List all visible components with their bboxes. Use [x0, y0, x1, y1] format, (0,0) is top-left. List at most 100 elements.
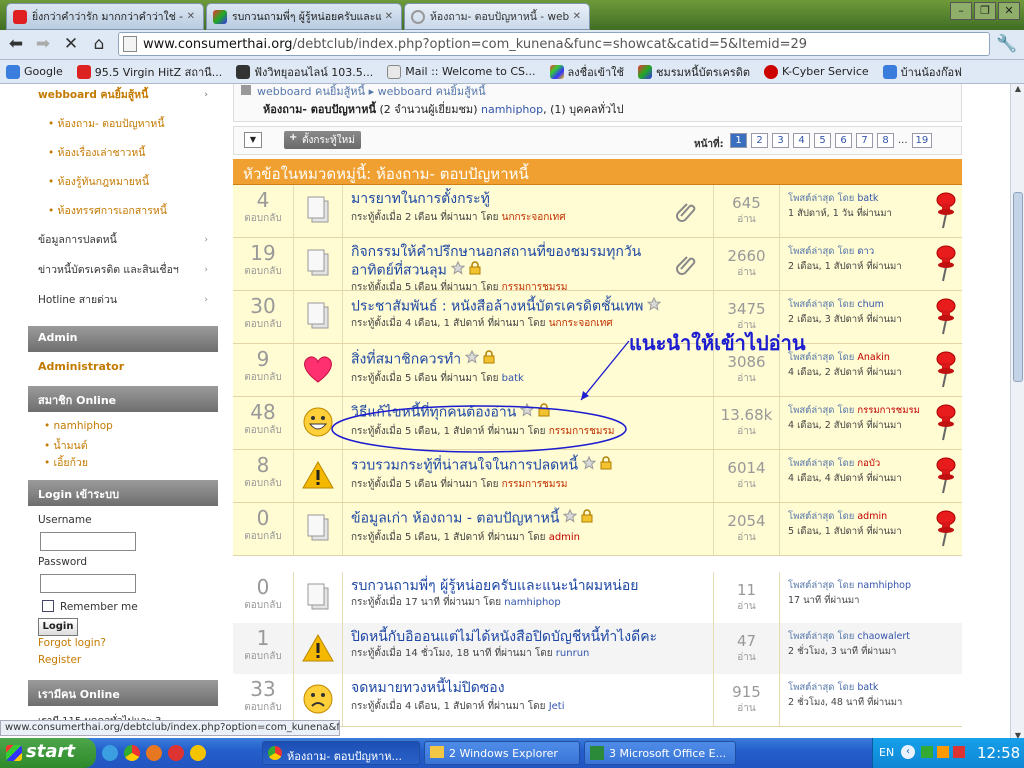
sidebar-sub-link[interactable]: • ห้องทรรศการเอกสารหนี้: [28, 196, 218, 225]
bookmark-item[interactable]: 95.5 Virgin HitZ สถานี...: [76, 63, 222, 81]
bookmark-item[interactable]: K-Cyber Service: [764, 64, 869, 79]
media-icon[interactable]: [168, 745, 184, 761]
home-icon[interactable]: ⌂: [88, 35, 110, 55]
sidebar-sub-link[interactable]: • ห้องรู้ทันกฎหมายหนี้: [28, 167, 218, 196]
bookmark-item[interactable]: บ้านน้องก๊อฟ: [882, 63, 962, 81]
bookmark-item[interactable]: ชมรมหนี้บัตรเครดิต: [638, 63, 750, 81]
topic-author[interactable]: นกกระจอกเทศ: [549, 318, 613, 329]
close-tab-icon[interactable]: ✕: [187, 11, 195, 22]
volume-icon[interactable]: [937, 746, 949, 758]
sidebar-link[interactable]: Hotline สายด่วน ›: [28, 285, 218, 314]
sidebar-sub-link[interactable]: • ห้องเรื่องเล่าชาวหนี้: [28, 138, 218, 167]
online-user[interactable]: • เอิ้ยก้วย: [44, 454, 88, 471]
topic-title-link[interactable]: รวบรวมกระทู้ที่น่าสนใจในการปลดหนี้: [351, 455, 705, 475]
online-user[interactable]: • namhiphop: [44, 420, 113, 432]
online-user[interactable]: • น้ำมนต์: [44, 437, 88, 454]
topic-author[interactable]: runrun: [556, 648, 590, 659]
new-topic-button[interactable]: + ตั้งกระทู้ใหม่: [284, 131, 361, 149]
topic-title-link[interactable]: ประชาสัมพันธ์ : หนังสือล้างหนี้บัตรเครดิ…: [351, 296, 681, 316]
ie-icon[interactable]: [102, 745, 118, 761]
topic-title[interactable]: มารยาทในการตั้งกระทู้: [351, 191, 490, 207]
topic-title-link[interactable]: รบกวนถามพี่ๆ ผู้รู้หน่อยครับและแนะนำผมหน…: [351, 578, 681, 595]
topic-title-link[interactable]: ข้อมูลเก่า ห้องถาม - ตอบปัญหาหนี้: [351, 508, 705, 528]
last-post-author[interactable]: chaowalert: [857, 631, 910, 642]
topic-author[interactable]: กรรมการชมรม: [502, 479, 568, 490]
topic-title[interactable]: กิจกรรมให้คำปรึกษานอกสถานที่ของชมรมทุกวั…: [351, 244, 641, 279]
topic-author[interactable]: namhiphop: [504, 597, 560, 608]
network-icon[interactable]: [921, 746, 933, 758]
close-tab-icon[interactable]: ✕: [573, 11, 581, 22]
bookmark-item[interactable]: Mail :: Welcome to CS...: [387, 64, 536, 79]
forward-icon[interactable]: ➡: [32, 35, 54, 55]
page-link[interactable]: 2: [751, 133, 768, 148]
firefox-icon[interactable]: [146, 745, 162, 761]
tab-topic[interactable]: รบกวนถามพี่ๆ ผู้รู้หน่อยครับและแน ✕: [206, 3, 402, 30]
tab-youtube[interactable]: ยิ่งกว่าคำว่ารัก มากกว่าคำว่าใช่ - ✕: [6, 3, 204, 30]
topic-title[interactable]: ปิดหนี้กับอิออนแต่ไม่ได้หนังสือปิดบัญชีห…: [351, 629, 657, 645]
taskbar-item-explorer[interactable]: 2 Windows Explorer: [424, 741, 580, 765]
topic-title-link[interactable]: ปิดหนี้กับอิออนแต่ไม่ได้หนังสือปิดบัญชีห…: [351, 629, 681, 646]
sidebar-link[interactable]: ข้อมูลการปลดหนี้ ›: [28, 225, 218, 254]
login-button[interactable]: Login: [38, 618, 78, 636]
bookmark-item[interactable]: ฟังวิทยุออนไลน์ 103.5...: [236, 63, 373, 81]
page-link[interactable]: 4: [793, 133, 810, 148]
register-link[interactable]: Register: [38, 654, 81, 666]
topic-author[interactable]: Jeti: [549, 701, 565, 712]
password-field[interactable]: [40, 574, 136, 593]
last-post-author[interactable]: กอบัว: [857, 458, 880, 469]
username-field[interactable]: [40, 532, 136, 551]
page-link[interactable]: 1: [730, 133, 747, 148]
topic-title-link[interactable]: จดหมายทวงหนี้ไม่ปิดซอง: [351, 680, 705, 697]
back-icon[interactable]: ⬅: [5, 35, 27, 55]
forgot-login-link[interactable]: Forgot login?: [38, 637, 106, 649]
scroll-thumb[interactable]: [1013, 192, 1023, 382]
sidebar-sub-link[interactable]: • ห้องถาม- ตอบปัญหาหนี้: [28, 109, 218, 138]
topic-title[interactable]: รวบรวมกระทู้ที่น่าสนใจในการปลดหนี้: [351, 458, 578, 474]
address-bar[interactable]: www.consumerthai.org/debtclub/index.php?…: [118, 32, 990, 56]
app-icon[interactable]: [190, 745, 206, 761]
last-post-author[interactable]: กรรมการชมรม: [857, 405, 919, 416]
security-icon[interactable]: [953, 746, 965, 758]
sidebar-top-link[interactable]: webboard คนยิ้มสู้หนี้ ›: [28, 84, 218, 109]
last-post-author[interactable]: batk: [857, 682, 878, 693]
topic-title[interactable]: ข้อมูลเก่า ห้องถาม - ตอบปัญหาหนี้: [351, 511, 559, 527]
bookmark-item[interactable]: ลงชื่อเข้าใช้: [549, 63, 624, 81]
topic-title[interactable]: จดหมายทวงหนี้ไม่ปิดซอง: [351, 680, 505, 696]
last-post-author[interactable]: ดาว: [857, 246, 874, 257]
last-post-author[interactable]: Anakin: [857, 352, 890, 363]
taskbar-item-chrome[interactable]: ห้องถาม- ตอบปัญหาห...: [262, 741, 420, 765]
close-window-icon[interactable]: ✕: [998, 2, 1020, 20]
last-post-author[interactable]: chum: [857, 299, 884, 310]
start-button[interactable]: start: [0, 738, 96, 768]
tray-expand-icon[interactable]: ‹: [901, 745, 915, 759]
chrome-icon[interactable]: [124, 745, 140, 761]
admin-link[interactable]: Administrator: [38, 360, 124, 373]
page-link[interactable]: 6: [835, 133, 852, 148]
page-link[interactable]: 8: [877, 133, 894, 148]
topic-title[interactable]: ประชาสัมพันธ์ : หนังสือล้างหนี้บัตรเครดิ…: [351, 299, 643, 315]
page-link[interactable]: 3: [772, 133, 789, 148]
restore-icon[interactable]: ❐: [974, 2, 996, 20]
wrench-icon[interactable]: 🔧: [996, 35, 1018, 55]
last-post-author[interactable]: batk: [857, 193, 878, 204]
collapse-icon[interactable]: ▼: [244, 132, 262, 148]
topic-author[interactable]: นกกระจอกเทศ: [502, 212, 566, 223]
last-post-author[interactable]: namhiphop: [857, 580, 911, 591]
scroll-up-icon[interactable]: ▲: [1011, 84, 1024, 98]
minimize-icon[interactable]: –: [950, 2, 972, 20]
stop-icon[interactable]: ✕: [60, 35, 82, 55]
page-link[interactable]: 7: [856, 133, 873, 148]
sidebar-link[interactable]: ข่าวหนี้บัตรเครดิต และสินเชื่อฯ ›: [28, 255, 218, 284]
bookmark-item[interactable]: Google: [6, 64, 63, 79]
close-tab-icon[interactable]: ✕: [385, 11, 393, 22]
topic-title[interactable]: รบกวนถามพี่ๆ ผู้รู้หน่อยครับและแนะนำผมหน…: [351, 578, 639, 594]
taskbar-item-office[interactable]: 3 Microsoft Office E...: [584, 741, 736, 765]
tab-current[interactable]: ห้องถาม- ตอบปัญหาหนี้ - webb ✕: [404, 3, 590, 30]
topic-title-link[interactable]: กิจกรรมให้คำปรึกษานอกสถานที่ของชมรมทุกวั…: [351, 244, 681, 280]
page-link[interactable]: 5: [814, 133, 831, 148]
language-indicator[interactable]: EN: [879, 746, 894, 759]
last-post-author[interactable]: admin: [857, 511, 887, 522]
page-scrollbar[interactable]: ▲ ▼: [1010, 84, 1024, 745]
topic-title-link[interactable]: มารยาทในการตั้งกระทู้: [351, 191, 705, 208]
remember-checkbox[interactable]: [42, 600, 54, 612]
